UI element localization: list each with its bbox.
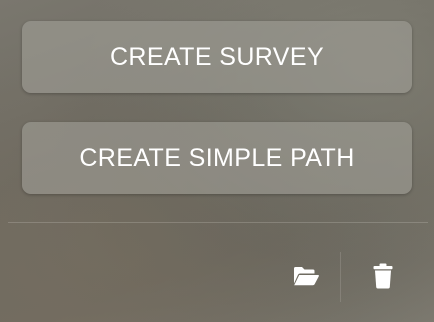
delete-button[interactable]	[363, 256, 403, 296]
toolbar-divider	[340, 252, 341, 302]
mission-actions-panel: CREATE SURVEY CREATE SIMPLE PATH	[0, 0, 434, 322]
create-survey-button[interactable]: CREATE SURVEY	[22, 21, 412, 93]
section-divider	[8, 222, 428, 223]
open-folder-icon	[294, 267, 319, 286]
trash-icon	[373, 263, 393, 289]
create-simple-path-button[interactable]: CREATE SIMPLE PATH	[22, 122, 412, 194]
open-folder-button[interactable]	[286, 256, 326, 296]
